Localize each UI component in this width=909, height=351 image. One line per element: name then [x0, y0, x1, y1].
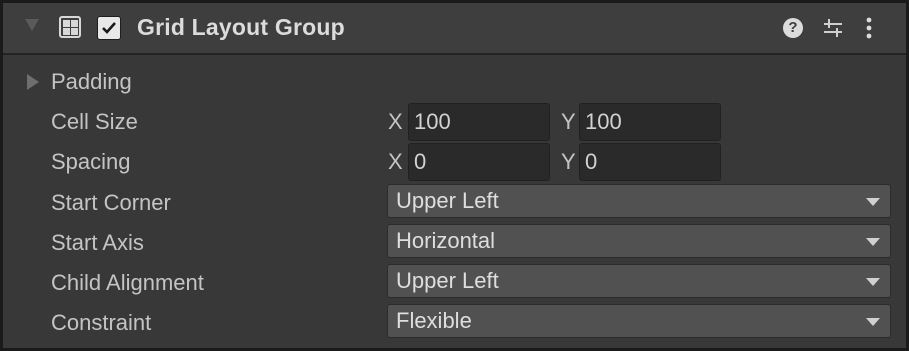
cell-size-y-axis-label[interactable]: Y [561, 109, 576, 135]
inspector-component-panel: Grid Layout Group ? Padding Cell Size X … [0, 0, 909, 351]
component-header[interactable]: Grid Layout Group ? [3, 3, 906, 55]
constraint-value: Flexible [396, 308, 472, 333]
constraint-row: Constraint Flexible [3, 304, 906, 344]
child-alignment-label: Child Alignment [51, 270, 204, 295]
start-axis-value: Horizontal [396, 228, 496, 253]
spacing-row: Spacing X 0 Y 0 [3, 143, 906, 183]
checkmark-icon [102, 22, 116, 34]
cell-size-label: Cell Size [51, 109, 138, 134]
spacing-x-axis-label[interactable]: X [388, 149, 403, 175]
start-axis-row: Start Axis Horizontal [3, 224, 906, 264]
spacing-y-axis-label[interactable]: Y [561, 149, 576, 175]
padding-label[interactable]: Padding [51, 69, 132, 95]
start-axis-label: Start Axis [51, 230, 144, 255]
foldout-arrow-icon[interactable] [25, 19, 39, 31]
kebab-menu-icon[interactable] [865, 16, 873, 45]
presets-icon[interactable] [822, 17, 844, 44]
spacing-y-field[interactable]: 0 [579, 143, 721, 181]
component-title: Grid Layout Group [137, 14, 345, 40]
grid-layout-component-icon [59, 16, 81, 38]
child-alignment-row: Child Alignment Upper Left [3, 264, 906, 304]
spacing-label: Spacing [51, 149, 131, 174]
enabled-checkbox[interactable] [97, 16, 121, 40]
dropdown-caret-icon [866, 278, 880, 286]
padding-row[interactable]: Padding [3, 63, 906, 103]
start-corner-dropdown[interactable]: Upper Left [387, 184, 891, 218]
constraint-label: Constraint [51, 310, 152, 335]
start-corner-row: Start Corner Upper Left [3, 184, 906, 224]
help-icon[interactable]: ? [783, 18, 803, 38]
dropdown-caret-icon [866, 198, 880, 206]
child-alignment-dropdown[interactable]: Upper Left [387, 264, 891, 298]
constraint-dropdown[interactable]: Flexible [387, 304, 891, 338]
start-axis-dropdown[interactable]: Horizontal [387, 224, 891, 258]
foldout-arrow-icon[interactable] [27, 74, 39, 90]
start-corner-value: Upper Left [396, 188, 499, 213]
cell-size-x-axis-label[interactable]: X [388, 109, 403, 135]
spacing-x-field[interactable]: 0 [408, 143, 550, 181]
cell-size-y-field[interactable]: 100 [579, 103, 721, 141]
child-alignment-value: Upper Left [396, 268, 499, 293]
start-corner-label: Start Corner [51, 190, 171, 215]
cell-size-x-field[interactable]: 100 [408, 103, 550, 141]
dropdown-caret-icon [866, 318, 880, 326]
cell-size-row: Cell Size X 100 Y 100 [3, 103, 906, 143]
dropdown-caret-icon [866, 238, 880, 246]
